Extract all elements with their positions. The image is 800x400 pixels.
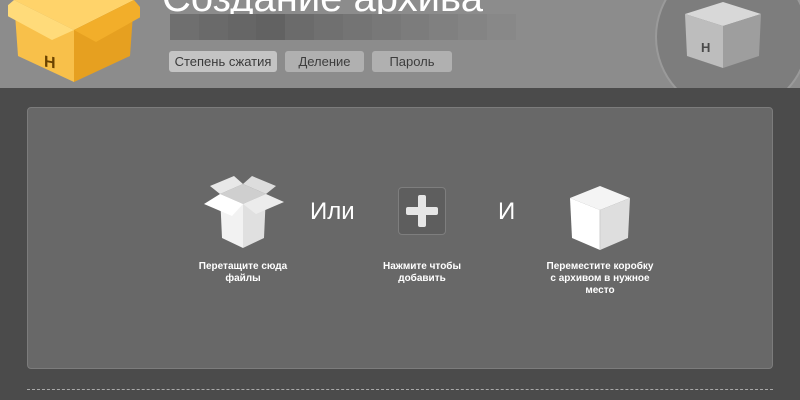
drag-files-caption: Перетащите сюда файлы	[198, 261, 288, 284]
archive-box-preview-icon: H	[685, 2, 761, 68]
archive-box-icon: H	[8, 0, 140, 82]
svg-text:H: H	[44, 52, 56, 72]
compression-level-bar[interactable]	[170, 14, 516, 40]
settings-tabs: Степень сжатия Деление Пароль	[169, 51, 452, 72]
move-box-caption: Переместите коробку с архивом в нужное м…	[546, 261, 654, 296]
tab-password[interactable]: Пароль	[372, 51, 452, 72]
plus-icon	[406, 195, 438, 227]
header: H Создание архива Степень сжатия Деление…	[0, 0, 800, 88]
tab-split[interactable]: Деление	[285, 51, 364, 72]
closed-box-icon	[570, 186, 630, 250]
archive-preview[interactable]: H	[655, 0, 800, 88]
and-label: И	[498, 198, 516, 225]
add-files-button[interactable]	[398, 187, 446, 235]
or-label: Или	[310, 198, 355, 225]
archive-creator-window: H Создание архива Степень сжатия Деление…	[0, 0, 800, 400]
open-box-icon	[204, 176, 284, 248]
click-to-add-caption: Нажмите чтобы добавить	[382, 261, 462, 284]
tab-compression[interactable]: Степень сжатия	[169, 51, 277, 72]
file-drop-zone[interactable]: Перетащите сюда файлы Или Нажмите чтобы …	[27, 107, 773, 369]
dashed-divider	[27, 389, 773, 390]
svg-text:H: H	[701, 40, 710, 55]
